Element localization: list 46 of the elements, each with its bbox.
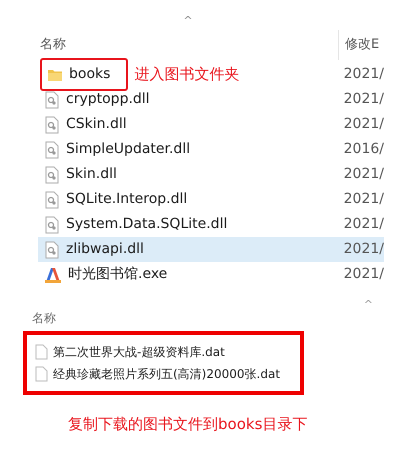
file-name: cryptopp.dll xyxy=(66,90,150,109)
gear-document-icon xyxy=(44,140,60,158)
date-cell-text: 2021/ xyxy=(344,115,384,134)
date-cell-text: 2021/ xyxy=(344,90,384,109)
file-row[interactable]: SQLite.Interop.dll 2021/ xyxy=(38,187,384,212)
column-header: 名称 xyxy=(40,37,66,52)
file-row[interactable]: cryptopp.dll 2021/ xyxy=(38,87,384,112)
gear-document-icon xyxy=(44,116,60,134)
file-name[interactable]: 经典珍藏老照片系列五(高清)20000张.dat xyxy=(53,365,280,383)
file-name: System.Data.SQLite.dll xyxy=(66,215,228,234)
date-cell-text: 2021/ xyxy=(344,265,384,284)
annotation-text: 进入图书文件夹 xyxy=(134,64,240,86)
document-icon xyxy=(35,366,48,382)
file-name[interactable]: 第二次世界大战-超级资料库.dat xyxy=(53,343,225,361)
file-name: SQLite.Interop.dll xyxy=(66,190,188,209)
file-row[interactable]: SimpleUpdater.dll 2016/ xyxy=(38,137,384,162)
file-name: CSkin.dll xyxy=(66,115,127,134)
sort-caret-icon: ^ xyxy=(364,298,373,311)
date-cell-text: 2021/ xyxy=(344,215,384,234)
date-cell-text: 2021/ xyxy=(344,165,384,184)
file-name: books xyxy=(69,65,110,84)
books-icon xyxy=(44,266,62,284)
date-cell-text: 2021/ xyxy=(344,190,384,209)
gear-document-icon xyxy=(44,190,60,208)
gear-document-icon xyxy=(44,90,60,108)
column-header: 名称 xyxy=(32,311,56,325)
sort-caret-icon: ^ xyxy=(183,14,193,27)
document-icon xyxy=(35,344,48,360)
file-name: zlibwapi.dll xyxy=(66,240,144,259)
file-name: Skin.dll xyxy=(66,165,117,184)
file-name: 时光图书馆.exe xyxy=(68,265,168,284)
gear-document-icon xyxy=(44,166,60,184)
file-name: SimpleUpdater.dll xyxy=(66,140,190,159)
gear-document-icon xyxy=(44,216,60,234)
gear-document-icon xyxy=(44,240,60,258)
column-header: 修改E xyxy=(345,36,380,54)
date-cell-text: 2016/ xyxy=(344,140,384,159)
date-cell-text: 2021/ xyxy=(344,240,384,259)
date-cell-text: 2021/ xyxy=(344,65,384,84)
annotation-text: 复制下载的图书文件到books目录下 xyxy=(68,415,308,433)
file-row[interactable]: zlibwapi.dll 2021/ xyxy=(38,237,384,262)
file-row[interactable]: 时光图书馆.exe 2021/ xyxy=(38,262,384,287)
file-row[interactable]: CSkin.dll 2021/ xyxy=(38,112,384,137)
file-row[interactable]: books 进入图书文件夹 2021/ xyxy=(38,62,384,87)
file-row[interactable]: System.Data.SQLite.dll 2021/ xyxy=(38,212,384,237)
file-row[interactable]: Skin.dll 2021/ xyxy=(38,162,384,187)
